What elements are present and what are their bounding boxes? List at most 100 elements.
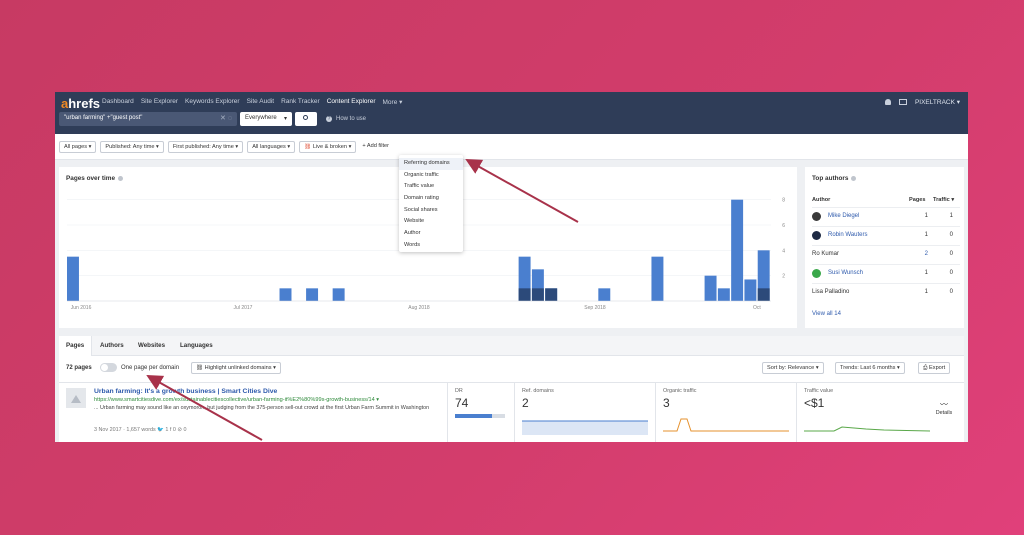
filter-all-pages[interactable]: All pages ▾ bbox=[59, 141, 97, 153]
author-name[interactable]: Susi Wunsch bbox=[828, 270, 863, 276]
x-tick-label: Jun 2016 bbox=[71, 305, 92, 311]
trends-select[interactable]: Trends: Last 6 months ▾ bbox=[835, 362, 905, 374]
add-filter-button[interactable]: + Add filter bbox=[360, 141, 391, 153]
tab-languages[interactable]: Languages bbox=[173, 336, 220, 356]
metric-dr: DR 74 bbox=[447, 383, 509, 442]
chart-bar[interactable] bbox=[279, 288, 292, 301]
chart-bar[interactable] bbox=[731, 199, 744, 301]
menu-item-website[interactable]: Website bbox=[399, 216, 463, 228]
traffic-value-sparkline bbox=[804, 426, 930, 432]
menu-item-social-shares[interactable]: Social shares bbox=[399, 205, 463, 217]
clear-icon[interactable]: ✕ ◌ bbox=[220, 114, 232, 122]
y-tick-label: 2 bbox=[782, 274, 785, 280]
chart-bar[interactable] bbox=[332, 288, 345, 301]
tab-websites[interactable]: Websites bbox=[131, 336, 172, 356]
col-traffic[interactable]: Traffic ▾ bbox=[933, 197, 954, 203]
search-button[interactable] bbox=[295, 112, 317, 126]
link-icon: ⛓ bbox=[304, 144, 312, 150]
dr-bar bbox=[455, 414, 505, 418]
author-pages: 1 bbox=[924, 213, 928, 219]
traffic-value-label: Traffic value bbox=[804, 388, 834, 394]
nav-site-audit[interactable]: Site Audit bbox=[247, 98, 274, 106]
author-traffic: 0 bbox=[949, 270, 953, 276]
details-button[interactable]: 〰 Details bbox=[931, 399, 957, 416]
menu-item-domain-rating[interactable]: Domain rating bbox=[399, 193, 463, 205]
result-description: ... Urban farming may sound like an oxym… bbox=[94, 405, 430, 411]
ahrefs-logo[interactable]: ahrefs bbox=[61, 96, 100, 111]
avatar bbox=[812, 269, 821, 278]
chart-bar[interactable] bbox=[651, 256, 664, 301]
author-pages: 1 bbox=[924, 270, 928, 276]
nav-more[interactable]: More ▾ bbox=[383, 98, 403, 106]
menu-item-organic-traffic[interactable]: Organic traffic bbox=[399, 170, 463, 182]
nav-site-explorer[interactable]: Site Explorer bbox=[141, 98, 178, 106]
x-tick-label: Sep 2018 bbox=[584, 305, 606, 311]
menu-item-traffic-value[interactable]: Traffic value bbox=[399, 181, 463, 193]
monitor-icon[interactable] bbox=[898, 99, 907, 105]
dr-value: 74 bbox=[455, 396, 469, 410]
author-traffic: 1 bbox=[949, 213, 953, 219]
highlight-unlinked-button[interactable]: ⛓ Highlight unlinked domains ▾ bbox=[191, 362, 281, 374]
nav-keywords-explorer[interactable]: Keywords Explorer bbox=[185, 98, 240, 106]
chart-bar[interactable] bbox=[306, 288, 319, 301]
chart-bar-segment[interactable] bbox=[545, 288, 558, 301]
filter-languages[interactable]: All languages ▾ bbox=[247, 141, 296, 153]
x-tick-label: Jul 2017 bbox=[234, 305, 253, 311]
chart-bar[interactable] bbox=[598, 288, 611, 301]
chevron-down-icon: ▾ bbox=[283, 116, 287, 122]
menu-item-author[interactable]: Author bbox=[399, 228, 463, 240]
author-traffic: 0 bbox=[949, 289, 953, 295]
chart-bar[interactable] bbox=[67, 256, 79, 301]
organic-traffic-value: 3 bbox=[663, 396, 670, 410]
search-query[interactable]: "urban farming" +"guest post" bbox=[64, 115, 142, 121]
export-button[interactable]: ⎙ Export bbox=[918, 362, 951, 374]
nav-content-explorer[interactable]: Content Explorer bbox=[327, 98, 376, 106]
y-tick-label: 4 bbox=[782, 248, 785, 254]
author-name[interactable]: Robin Wauters bbox=[828, 232, 867, 238]
how-to-use-link[interactable]: ? How to use bbox=[326, 116, 366, 122]
result-url[interactable]: https://www.smartcitiesdive.com/ex/susta… bbox=[94, 397, 379, 403]
author-pages: 1 bbox=[924, 232, 928, 238]
info-icon[interactable] bbox=[851, 175, 857, 181]
sort-select[interactable]: Sort by: Relevance ▾ bbox=[762, 362, 824, 374]
thumbnail-image bbox=[66, 388, 86, 408]
view-all-authors-link[interactable]: View all 14 bbox=[812, 311, 841, 317]
chart-bar-segment[interactable] bbox=[757, 288, 770, 301]
search-mode-select[interactable]: Everywhere ▾ bbox=[240, 112, 292, 126]
filter-published[interactable]: Published: Any time ▾ bbox=[100, 141, 164, 153]
chart-bar[interactable] bbox=[704, 275, 717, 301]
result-row: Urban farming: It's a growth business | … bbox=[59, 382, 964, 442]
ref-domains-value: 2 bbox=[522, 396, 529, 410]
account-menu[interactable]: PIXELTRACK ▾ bbox=[915, 98, 960, 106]
dr-label: DR bbox=[455, 388, 463, 394]
metric-traffic-value: Traffic value <$1 bbox=[796, 383, 934, 442]
link-icon: ⛓ bbox=[196, 365, 204, 371]
chart-bar-segment[interactable] bbox=[518, 288, 531, 301]
search-input[interactable]: "urban farming" +"guest post" ✕ ◌ bbox=[59, 112, 237, 126]
filter-live-broken[interactable]: ⛓ Live & broken ▾ bbox=[299, 141, 357, 153]
author-pages: 2 bbox=[924, 251, 928, 257]
author-name: Ro Kumar bbox=[812, 251, 840, 257]
tab-authors[interactable]: Authors bbox=[93, 336, 131, 356]
ref-domains-label: Ref. domains bbox=[522, 388, 554, 394]
tab-pages[interactable]: Pages bbox=[59, 336, 93, 356]
nav-dashboard[interactable]: Dashboard bbox=[102, 98, 134, 106]
main-nav: Dashboard Site Explorer Keywords Explore… bbox=[102, 98, 402, 106]
chart-bar[interactable] bbox=[717, 288, 730, 301]
results-tabs: Pages Authors Websites Languages bbox=[59, 336, 964, 356]
chart-bar[interactable] bbox=[744, 279, 757, 301]
result-meta: 3 Nov 2017 · 1,657 words 🐦 1 f 0 ⊘ 0 bbox=[94, 427, 187, 433]
author-row: Mike Diegel 1 1 bbox=[812, 207, 960, 225]
results-panel: Pages Authors Websites Languages 72 page… bbox=[59, 336, 964, 442]
menu-item-referring-domains[interactable]: Referring domains bbox=[399, 158, 463, 170]
one-page-per-domain-toggle[interactable] bbox=[100, 363, 117, 372]
col-pages[interactable]: Pages bbox=[909, 197, 925, 203]
bell-icon[interactable] bbox=[884, 99, 891, 105]
filter-first-published[interactable]: First published: Any time ▾ bbox=[167, 141, 244, 153]
menu-item-words[interactable]: Words bbox=[399, 240, 463, 252]
author-name[interactable]: Mike Diegel bbox=[828, 213, 859, 219]
result-title[interactable]: Urban farming: It's a growth business | … bbox=[94, 388, 277, 395]
chart-bar-segment[interactable] bbox=[531, 288, 544, 301]
nav-rank-tracker[interactable]: Rank Tracker bbox=[281, 98, 320, 106]
filter-bar: All pages ▾ Published: Any time ▾ First … bbox=[55, 134, 968, 160]
